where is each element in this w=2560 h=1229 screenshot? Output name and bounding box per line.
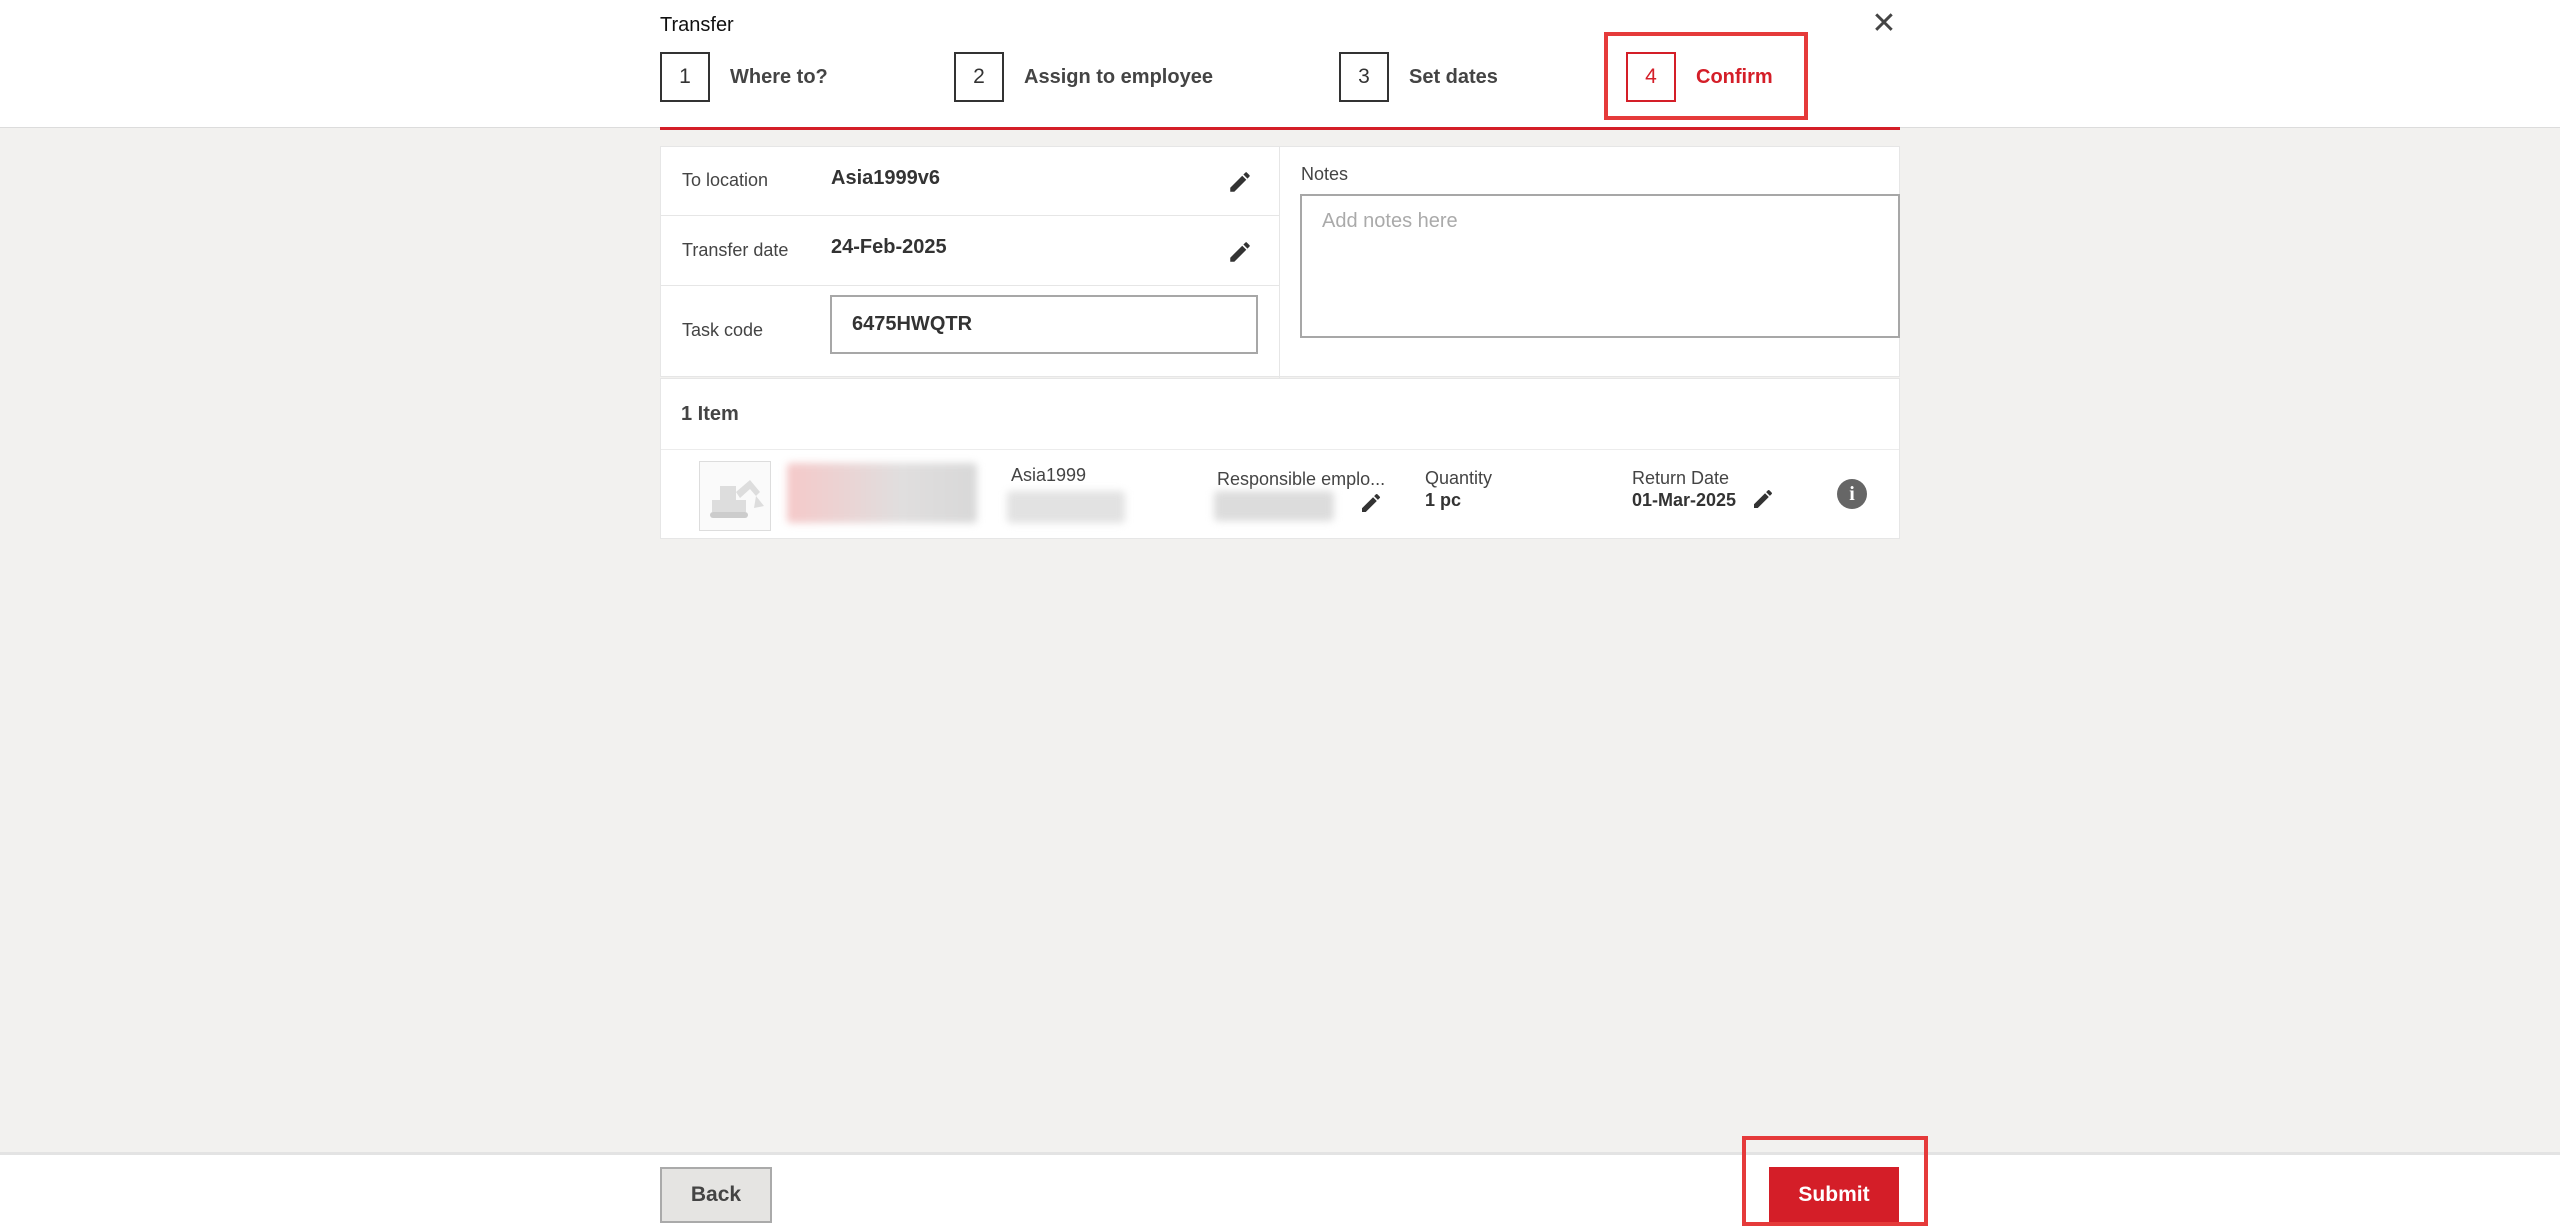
step-where-to[interactable]: 1 Where to? bbox=[660, 52, 828, 102]
dialog-title: Transfer bbox=[660, 14, 734, 36]
responsible-employee-label: Responsible emplo... bbox=[1217, 469, 1386, 489]
close-icon[interactable]: ✕ bbox=[1870, 9, 1898, 39]
quantity-label: Quantity bbox=[1425, 468, 1493, 488]
step-set-dates[interactable]: 3 Set dates bbox=[1339, 52, 1498, 102]
notes-textarea[interactable] bbox=[1300, 194, 1900, 338]
dialog-footer: Back Submit bbox=[0, 1152, 2560, 1229]
return-date-label: Return Date bbox=[1632, 468, 1730, 488]
step-label: Set dates bbox=[1409, 65, 1498, 88]
transfer-date-label: Transfer date bbox=[682, 240, 789, 260]
to-location-label: To location bbox=[682, 170, 769, 190]
submit-highlight bbox=[1742, 1136, 1928, 1226]
task-code-label: Task code bbox=[682, 320, 764, 340]
task-code-input[interactable] bbox=[830, 295, 1258, 354]
dialog-header: Transfer ✕ 1 Where to? 2 Assign to emplo… bbox=[0, 0, 2560, 128]
summary-fields: To location Asia1999v6 Transfer date 24-… bbox=[661, 147, 1280, 378]
items-count: 1 Item bbox=[681, 403, 739, 425]
return-date-value: 01-Mar-2025 bbox=[1632, 490, 1737, 510]
step-label: Where to? bbox=[730, 65, 828, 88]
redacted-employee-name bbox=[1214, 491, 1334, 521]
step-label: Assign to employee bbox=[1024, 65, 1213, 88]
redacted-item-detail bbox=[1007, 491, 1125, 523]
back-button[interactable]: Back bbox=[660, 1167, 772, 1223]
divider bbox=[661, 449, 1899, 450]
items-section: 1 Item Asia1999 Responsible emplo... Qua… bbox=[660, 378, 1900, 539]
excavator-icon bbox=[699, 461, 771, 531]
info-icon[interactable]: i bbox=[1837, 479, 1867, 509]
notes-label: Notes bbox=[1301, 164, 1349, 184]
transfer-date-value: 24-Feb-2025 bbox=[831, 236, 947, 258]
step-number: 2 bbox=[954, 52, 1004, 102]
redacted-item-image bbox=[787, 463, 977, 523]
to-location-value: Asia1999v6 bbox=[831, 167, 940, 189]
quantity-value: 1 pc bbox=[1425, 490, 1462, 510]
pencil-icon[interactable] bbox=[1751, 487, 1775, 511]
step-assign-to-employee[interactable]: 2 Assign to employee bbox=[954, 52, 1213, 102]
item-name: Asia1999 bbox=[1011, 465, 1087, 485]
transfer-date-row: Transfer date 24-Feb-2025 bbox=[661, 216, 1280, 286]
step-number: 3 bbox=[1339, 52, 1389, 102]
pencil-icon[interactable] bbox=[1227, 239, 1253, 265]
step-number: 1 bbox=[660, 52, 710, 102]
transfer-summary-card: To location Asia1999v6 Transfer date 24-… bbox=[660, 146, 1900, 378]
task-code-row: Task code bbox=[661, 286, 1280, 378]
pencil-icon[interactable] bbox=[1227, 169, 1253, 195]
pencil-icon[interactable] bbox=[1359, 491, 1383, 515]
wizard-progress-bar bbox=[660, 127, 1900, 130]
to-location-row: To location Asia1999v6 bbox=[661, 147, 1280, 216]
confirm-step-highlight bbox=[1604, 32, 1808, 120]
